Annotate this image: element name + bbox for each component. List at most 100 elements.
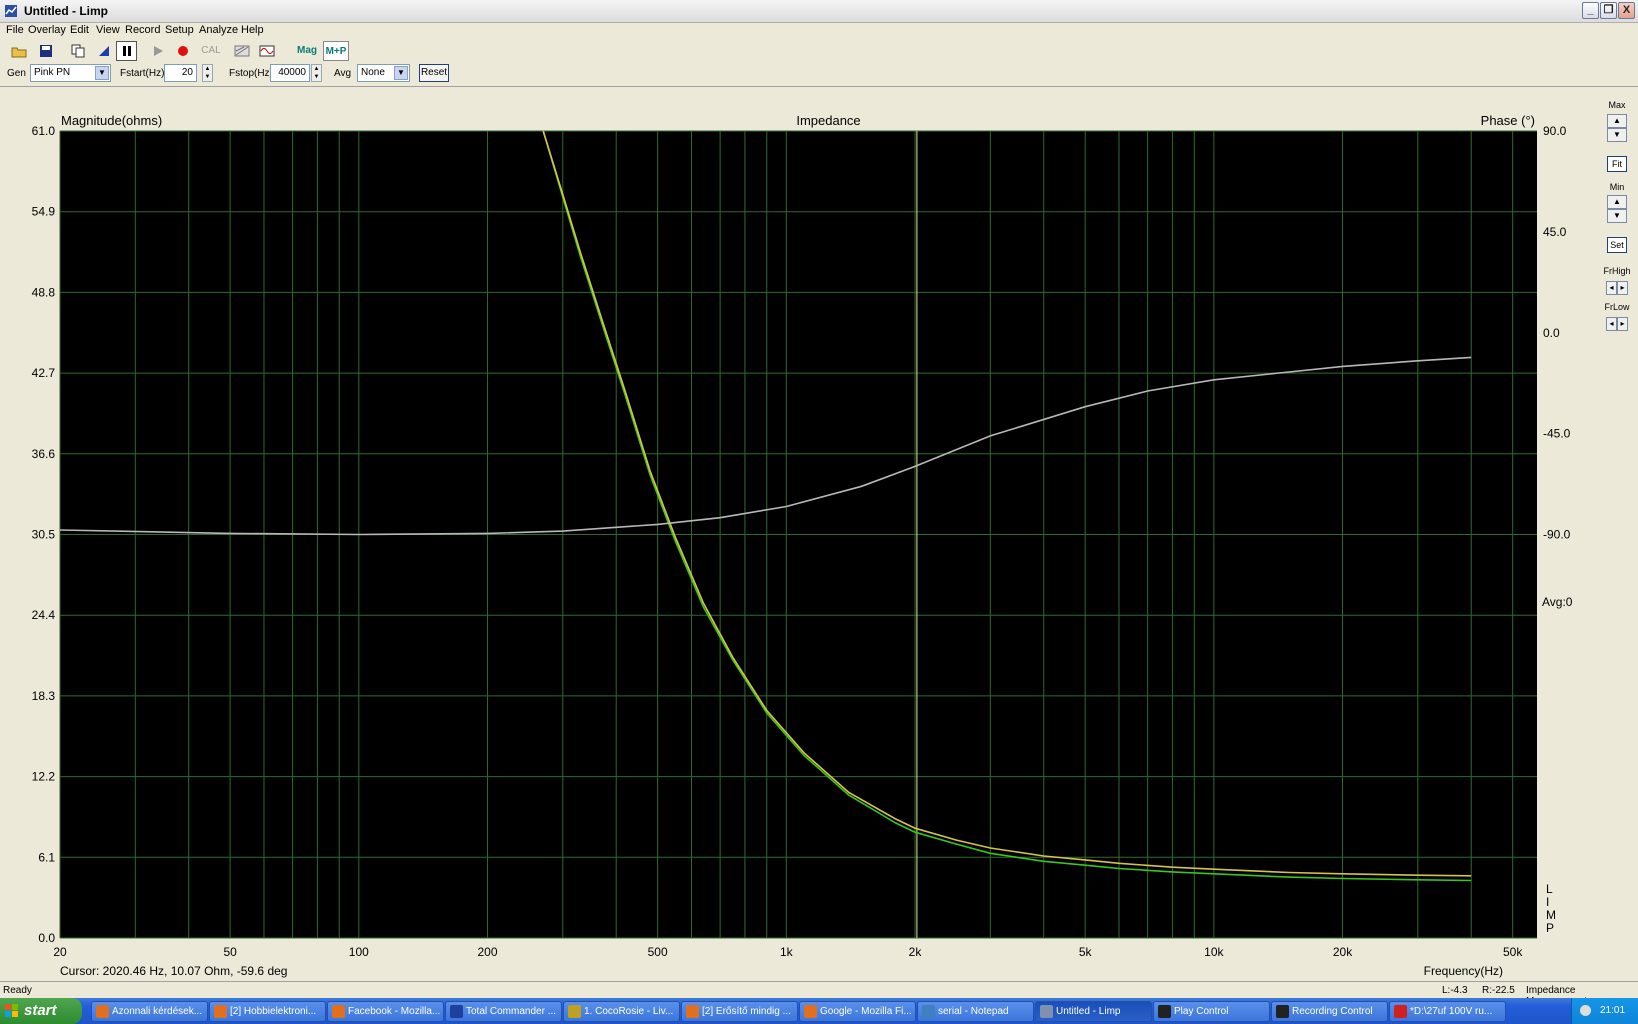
taskbar-button-label: *D:\27uf 100V ru... xyxy=(1410,1006,1493,1017)
taskbar-button-label: Facebook - Mozilla... xyxy=(348,1006,441,1017)
watermark-letter: M xyxy=(1546,908,1556,922)
fstart-spinner[interactable]: ▲ ▼ xyxy=(202,64,213,82)
system-tray: 21:01 xyxy=(1571,998,1638,1024)
x-tick-label: 2k xyxy=(909,945,923,959)
restore-button[interactable]: ❐ xyxy=(1600,2,1617,19)
app-icon xyxy=(568,1005,581,1018)
y-tick-label: 6.1 xyxy=(38,850,55,864)
gen-select[interactable]: Pink PN ▼ xyxy=(30,64,111,82)
chevron-down-icon: ▼ xyxy=(394,66,408,80)
right-panel: Max ▲ ▼ Fit Min ▲ ▼ Set FrHigh ◂ ▸ FrLow… xyxy=(1596,88,1638,981)
record-icon[interactable] xyxy=(172,41,193,61)
menu-view[interactable]: View xyxy=(96,24,120,36)
y-tick-label: 0.0 xyxy=(38,931,55,945)
menu-setup[interactable]: Setup xyxy=(165,24,194,36)
max-label: Max xyxy=(1608,100,1626,110)
menu-file[interactable]: File xyxy=(6,24,24,36)
cursor-readout: Cursor: 2020.46 Hz, 10.07 Ohm, -59.6 deg xyxy=(60,964,287,978)
y-tick-label: 42.7 xyxy=(32,366,56,380)
x-axis-title: Frequency(Hz) xyxy=(1424,964,1503,978)
menu-record[interactable]: Record xyxy=(125,24,160,36)
min-down-button[interactable]: ▼ xyxy=(1607,209,1627,223)
max-up-button[interactable]: ▲ xyxy=(1607,114,1627,128)
app-icon xyxy=(686,1005,699,1018)
taskbar-button[interactable]: [2] Erősítő mindig ... xyxy=(681,1001,798,1022)
frlow-label: FrLow xyxy=(1604,302,1630,312)
minimize-button[interactable]: _ xyxy=(1582,2,1599,19)
waterfall-icon[interactable] xyxy=(231,41,252,61)
waveform-icon[interactable] xyxy=(256,41,277,61)
save-icon[interactable] xyxy=(35,41,56,61)
mag-button[interactable]: Mag xyxy=(296,41,318,61)
frhigh-left-button[interactable]: ◂ xyxy=(1606,281,1617,295)
open-folder-icon[interactable] xyxy=(8,41,29,61)
taskbar-button-label: Untitled - Limp xyxy=(1056,1006,1121,1017)
avg-value: None xyxy=(361,67,385,78)
y2-tick-label: 45.0 xyxy=(1543,225,1567,239)
window-title: Untitled - Limp xyxy=(24,4,108,18)
menu-bar: File Overlay Edit View Record Setup Anal… xyxy=(0,22,1638,40)
taskbar-button[interactable]: Play Control xyxy=(1153,1001,1270,1022)
reset-button[interactable]: Reset xyxy=(419,64,449,82)
taskbar-button-label: serial - Notepad xyxy=(938,1006,1009,1017)
taskbar-button[interactable]: [2] Hobbielektroni... xyxy=(209,1001,326,1022)
windows-logo-icon xyxy=(5,1004,18,1017)
mag-phase-button[interactable]: M+P xyxy=(323,41,349,61)
taskbar-button[interactable]: Recording Control xyxy=(1271,1001,1388,1022)
y2-tick-label: -45.0 xyxy=(1543,427,1571,441)
y-tick-label: 18.3 xyxy=(32,689,56,703)
copy-icon[interactable] xyxy=(67,41,88,61)
avg-select[interactable]: None ▼ xyxy=(357,64,410,82)
clock[interactable]: 21:01 xyxy=(1600,998,1625,1024)
cal-button[interactable]: CAL xyxy=(198,41,224,61)
fstart-input[interactable]: 20 xyxy=(164,64,197,82)
taskbar-button-label: [2] Hobbielektroni... xyxy=(230,1006,317,1017)
taskbar-button[interactable]: *D:\27uf 100V ru... xyxy=(1389,1001,1506,1022)
frlow-right-button[interactable]: ▸ xyxy=(1617,317,1628,331)
min-up-button[interactable]: ▲ xyxy=(1607,195,1627,209)
x-tick-label: 5k xyxy=(1079,945,1093,959)
taskbar-button[interactable]: Facebook - Mozilla... xyxy=(327,1001,444,1022)
taskbar-button-label: Google - Mozilla Fi... xyxy=(820,1006,912,1017)
frlow-left-button[interactable]: ◂ xyxy=(1606,317,1617,331)
fstop-spinner[interactable]: ▲ ▼ xyxy=(311,64,322,82)
volume-icon[interactable] xyxy=(1580,1005,1591,1016)
y2-tick-label: 90.0 xyxy=(1543,124,1567,138)
cursor-icon[interactable] xyxy=(93,41,114,61)
avg-label: Avg xyxy=(334,68,352,79)
impedance-chart[interactable]: 0.0 6.1 12.2 18.3 24.4 30.5 36.6 42.7 48.8 54.9 61… xyxy=(0,88,1596,981)
taskbar-button[interactable]: Total Commander ... xyxy=(445,1001,562,1022)
taskbar-button[interactable]: serial - Notepad xyxy=(917,1001,1034,1022)
chevron-down-icon: ▼ xyxy=(95,66,109,80)
play-icon[interactable] xyxy=(147,41,168,61)
taskbar-button-label: [2] Erősítő mindig ... xyxy=(702,1006,791,1017)
taskbar-button[interactable]: Untitled - Limp xyxy=(1035,1001,1152,1022)
fstop-input[interactable]: 40000 xyxy=(270,64,310,82)
frhigh-right-button[interactable]: ▸ xyxy=(1617,281,1628,295)
x-tick-label: 10k xyxy=(1204,945,1224,959)
menu-analyze[interactable]: Analyze xyxy=(199,24,238,36)
max-down-button[interactable]: ▼ xyxy=(1607,128,1627,142)
menu-edit[interactable]: Edit xyxy=(70,24,89,36)
taskbar-button[interactable]: Google - Mozilla Fi... xyxy=(799,1001,916,1022)
y2-tick-label: 0.0 xyxy=(1543,326,1560,340)
y-tick-label: 48.8 xyxy=(32,285,56,299)
y-axis-title: Magnitude(ohms) xyxy=(61,113,162,128)
app-icon xyxy=(4,4,18,18)
app-icon xyxy=(214,1005,227,1018)
x-tick-label: 200 xyxy=(477,945,497,959)
app-icon xyxy=(1158,1005,1171,1018)
menu-overlay[interactable]: Overlay xyxy=(28,24,66,36)
fit-button[interactable]: Fit xyxy=(1607,156,1627,172)
menu-help[interactable]: Help xyxy=(241,24,264,36)
status-bar: Ready L:-4.3 R:-22.5 Impedance Measureme… xyxy=(0,981,1638,1007)
pause-icon[interactable] xyxy=(116,41,137,61)
taskbar-button[interactable]: 1. CocoRosie - Liv... xyxy=(563,1001,680,1022)
title-bar: Untitled - Limp _ ❐ X xyxy=(0,0,1638,23)
y-tick-label: 24.4 xyxy=(32,608,56,622)
start-button[interactable]: start xyxy=(0,998,82,1024)
set-button[interactable]: Set xyxy=(1607,237,1627,253)
close-button[interactable]: X xyxy=(1618,2,1635,19)
taskbar-button[interactable]: Azonnali kérdések... xyxy=(91,1001,208,1022)
app-icon xyxy=(332,1005,345,1018)
